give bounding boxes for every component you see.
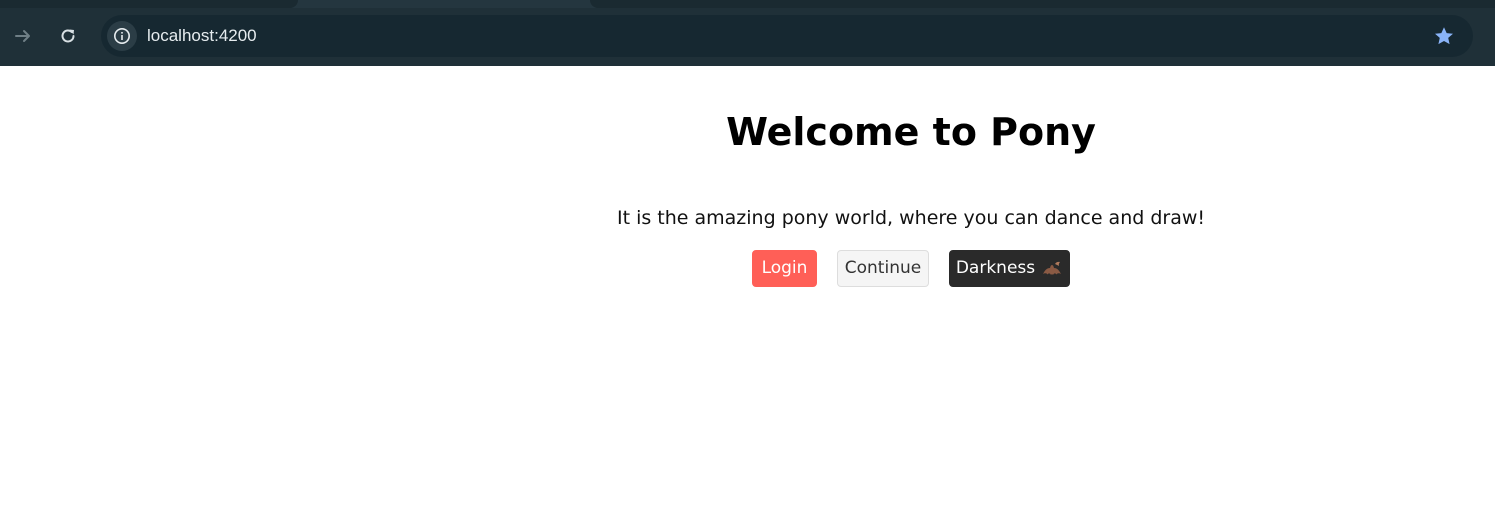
reload-icon <box>61 29 75 43</box>
page-content: Welcome to Pony It is the amazing pony w… <box>0 66 1495 522</box>
bookmark-button[interactable] <box>1433 25 1455 47</box>
info-icon <box>114 28 130 44</box>
continue-button[interactable]: Continue <box>837 250 929 287</box>
browser-toolbar: localhost:4200 <box>0 8 1495 66</box>
star-icon <box>1435 27 1453 45</box>
reload-button[interactable] <box>54 22 82 50</box>
login-button[interactable]: Login <box>752 250 817 287</box>
tab-left[interactable] <box>0 0 298 8</box>
darkness-button-content: Darkness <box>956 251 1063 286</box>
page-subtitle: It is the amazing pony world, where you … <box>616 207 1206 229</box>
page-title: Welcome to Pony <box>726 110 1096 154</box>
forward-button[interactable] <box>9 22 37 50</box>
address-bar[interactable]: localhost:4200 <box>101 15 1473 57</box>
darkness-button-label: Darkness <box>955 258 1036 278</box>
browser-chrome: localhost:4200 <box>0 0 1495 66</box>
bat-emoji-icon <box>1043 261 1062 275</box>
url-text[interactable]: localhost:4200 <box>147 26 257 46</box>
tab-strip <box>0 0 1495 8</box>
site-info-button[interactable] <box>107 21 137 51</box>
arrow-right-icon <box>15 30 30 42</box>
darkness-button[interactable]: Darkness <box>949 250 1070 287</box>
tab-right[interactable] <box>590 0 1495 8</box>
